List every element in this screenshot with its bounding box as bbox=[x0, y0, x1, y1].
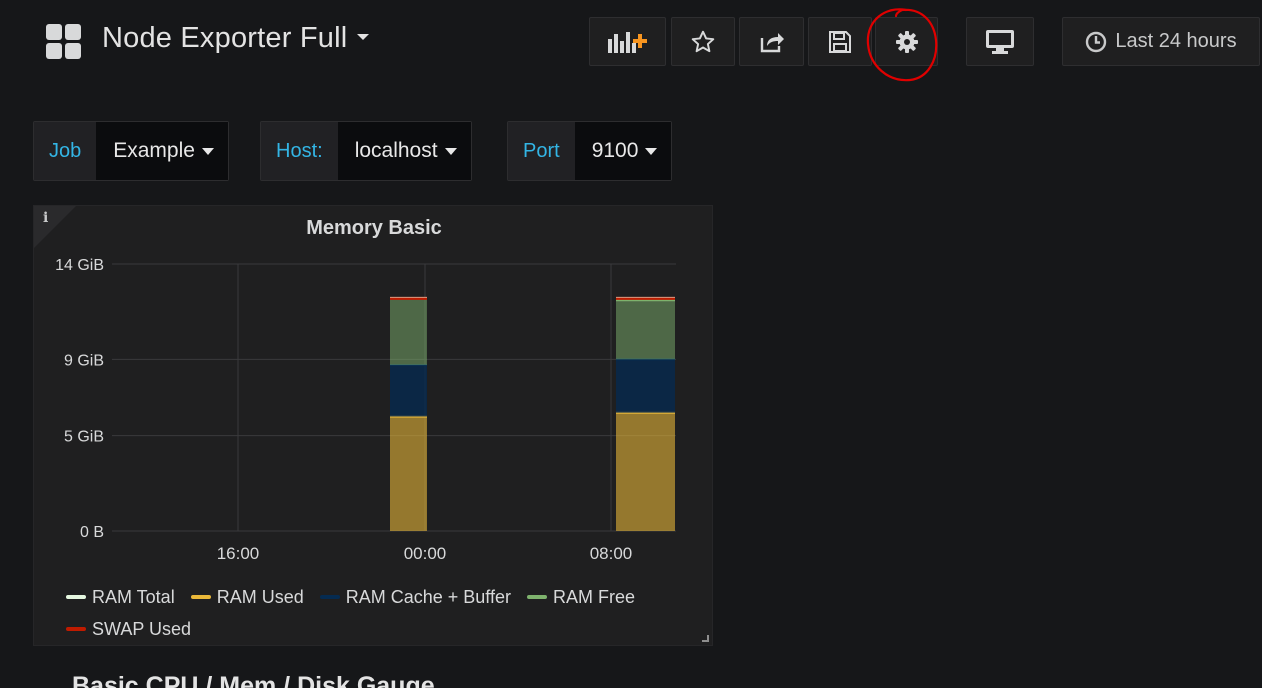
memory-chart[interactable]: 0 B 5 GiB 9 GiB 14 GiB 16:00 00:00 08:00 bbox=[34, 206, 714, 576]
x-tick-label: 08:00 bbox=[590, 544, 633, 563]
settings-button[interactable] bbox=[875, 17, 938, 66]
variable-label: Host: bbox=[261, 122, 338, 180]
legend-swatch bbox=[190, 595, 211, 599]
x-tick-label: 00:00 bbox=[404, 544, 447, 563]
variable-job-dropdown[interactable]: Example bbox=[96, 122, 228, 180]
chart-legend: RAM Total RAM Used RAM Cache + Buffer RAM F… bbox=[66, 581, 686, 645]
legend-item[interactable]: SWAP Used bbox=[66, 613, 191, 645]
ram-used-area bbox=[390, 416, 427, 531]
time-range-label: Last 24 hours bbox=[1115, 30, 1237, 52]
y-tick-label: 5 GiB bbox=[64, 429, 104, 446]
variable-value: 9100 bbox=[591, 139, 639, 162]
clock-icon bbox=[1086, 31, 1107, 52]
star-icon bbox=[691, 30, 715, 52]
caret-down-icon bbox=[645, 147, 658, 155]
dashboard-grid-icon[interactable] bbox=[46, 24, 82, 60]
gear-icon bbox=[895, 30, 918, 53]
variable-label: Job bbox=[34, 122, 97, 180]
dashboard-title: Node Exporter Full bbox=[102, 22, 348, 54]
variable-value: Example bbox=[113, 139, 195, 162]
legend-label: RAM Free bbox=[552, 586, 635, 607]
ram-free-area bbox=[616, 300, 675, 360]
ram-free-area bbox=[390, 298, 427, 366]
y-tick-label: 14 GiB bbox=[55, 257, 104, 274]
legend-label: SWAP Used bbox=[92, 618, 192, 639]
panel-resize-handle[interactable] bbox=[702, 635, 709, 642]
variable-port: Port 9100 bbox=[507, 121, 673, 181]
variable-job: Job Example bbox=[33, 121, 229, 181]
caret-down-icon bbox=[357, 34, 370, 41]
legend-swatch bbox=[319, 595, 340, 599]
legend-swatch bbox=[526, 595, 547, 599]
x-tick-label: 16:00 bbox=[217, 544, 260, 563]
time-range-picker[interactable]: Last 24 hours bbox=[1062, 17, 1260, 66]
variable-host: Host: localhost bbox=[260, 121, 472, 181]
legend-item[interactable]: RAM Total bbox=[66, 581, 175, 613]
tv-mode-button[interactable] bbox=[966, 17, 1034, 66]
legend-label: RAM Used bbox=[216, 586, 304, 607]
ram-cache-buffer-area bbox=[390, 365, 427, 417]
caret-down-icon bbox=[201, 147, 214, 155]
legend-label: RAM Cache + Buffer bbox=[345, 586, 511, 607]
variable-value: localhost bbox=[354, 139, 438, 162]
monitor-icon bbox=[986, 29, 1014, 54]
ram-cache-buffer-area bbox=[616, 359, 675, 413]
save-icon bbox=[829, 30, 851, 53]
memory-basic-panel: i Memory Basic 0 B5 GiB 9 GiB 14 GiB 16:00 0… bbox=[33, 205, 713, 646]
top-navbar: Node Exporter Full Last 24 hours bbox=[0, 0, 1262, 90]
star-button[interactable] bbox=[671, 17, 735, 66]
y-tick-label: 9 GiB bbox=[64, 352, 104, 369]
variable-label: Port bbox=[508, 122, 575, 180]
share-icon bbox=[760, 32, 784, 52]
save-button[interactable] bbox=[808, 17, 872, 66]
legend-label: RAM Total bbox=[92, 586, 175, 607]
row-title[interactable]: Basic CPU / Mem / Disk Gauge bbox=[72, 672, 435, 688]
legend-item[interactable]: RAM Used bbox=[190, 581, 304, 613]
variable-host-dropdown[interactable]: localhost bbox=[337, 122, 471, 180]
add-panel-icon bbox=[607, 31, 647, 53]
legend-item[interactable]: RAM Cache + Buffer bbox=[319, 581, 511, 613]
caret-down-icon bbox=[444, 147, 457, 155]
add-panel-button[interactable] bbox=[589, 17, 666, 66]
legend-item[interactable]: RAM Free bbox=[526, 581, 635, 613]
legend-swatch bbox=[66, 595, 86, 599]
variable-port-dropdown[interactable]: 9100 bbox=[574, 122, 672, 180]
legend-swatch bbox=[66, 627, 86, 631]
dashboard-title-dropdown[interactable]: Node Exporter Full bbox=[102, 22, 370, 55]
share-button[interactable] bbox=[739, 17, 804, 66]
ram-used-area bbox=[616, 412, 675, 531]
y-tick-label: 0 B bbox=[80, 524, 104, 541]
